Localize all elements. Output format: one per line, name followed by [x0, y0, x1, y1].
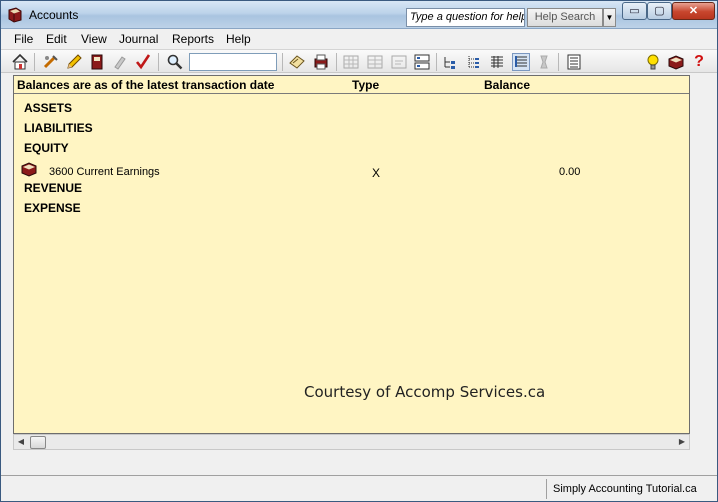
check-icon[interactable]	[134, 53, 152, 71]
table-row[interactable]: 3600 Current Earnings X 0.00	[14, 162, 689, 180]
courtesy-watermark: Courtesy of Accomp Services.ca	[304, 383, 546, 401]
icon-view-tiles-icon[interactable]	[413, 53, 431, 71]
tree-view-icon[interactable]	[465, 53, 483, 71]
menu-edit[interactable]: Edit	[46, 32, 67, 46]
account-book-icon	[8, 7, 22, 23]
notes-icon[interactable]	[288, 53, 306, 71]
menu-view[interactable]: View	[81, 32, 107, 46]
toolbar-separator	[158, 53, 159, 71]
account-name: 3600 Current Earnings	[49, 166, 160, 178]
remove-icon[interactable]	[111, 53, 129, 71]
print-icon[interactable]	[312, 53, 330, 71]
account-type: X	[372, 166, 381, 180]
icon-view-grid-icon[interactable]	[366, 53, 384, 71]
column-header-row: Balances are as of the latest transactio…	[14, 76, 689, 94]
help-question-icon[interactable]: ?	[690, 53, 708, 71]
maximize-button[interactable]: ▢	[647, 2, 672, 20]
minimize-button[interactable]: ▭	[622, 2, 647, 20]
toolbar: ?	[1, 49, 717, 73]
balances-note-header[interactable]: Balances are as of the latest transactio…	[17, 78, 274, 92]
horizontal-scrollbar[interactable]: ◀ ▶	[13, 434, 690, 450]
ask-question-input[interactable]: Type a question for help	[406, 8, 525, 27]
find-input[interactable]	[189, 53, 277, 71]
toolbar-separator	[34, 53, 35, 71]
accounts-window: Accounts Type a question for help Help S…	[0, 0, 718, 502]
section-assets[interactable]: ASSETS	[24, 101, 72, 115]
account-book-icon	[21, 162, 37, 177]
section-expense[interactable]: EXPENSE	[24, 201, 81, 215]
search-icon[interactable]	[166, 53, 184, 71]
menu-help[interactable]: Help	[226, 32, 251, 46]
help-book-icon[interactable]	[667, 53, 685, 71]
tip-lightbulb-icon[interactable]	[644, 53, 662, 71]
menu-bar: File Edit View Journal Reports Help	[1, 29, 717, 49]
account-balance: 0.00	[559, 166, 581, 178]
help-search-dropdown-icon[interactable]: ▼	[603, 8, 616, 27]
toolbar-separator	[436, 53, 437, 71]
title-bar[interactable]: Accounts Type a question for help Help S…	[1, 1, 717, 29]
toolbar-separator	[336, 53, 337, 71]
toolbar-separator	[558, 53, 559, 71]
modify-account-icon[interactable]	[42, 53, 60, 71]
scrollbar-thumb[interactable]	[30, 436, 46, 449]
small-icons-view-icon[interactable]	[442, 53, 460, 71]
report-icon[interactable]	[565, 53, 583, 71]
journal-book-icon[interactable]	[88, 53, 106, 71]
section-equity[interactable]: EQUITY	[24, 141, 69, 155]
icon-view-arrange-icon[interactable]	[390, 53, 408, 71]
window-title: Accounts	[29, 8, 79, 22]
menu-file[interactable]: File	[14, 32, 33, 46]
toolbar-separator	[282, 53, 283, 71]
type-column-header[interactable]: Type	[352, 78, 379, 92]
list-view-icon[interactable]	[488, 53, 506, 71]
close-button[interactable]: ✕	[672, 2, 715, 20]
scroll-left-arrow-icon[interactable]: ◀	[14, 435, 28, 449]
home-icon[interactable]	[11, 53, 29, 71]
section-revenue[interactable]: REVENUE	[24, 181, 82, 195]
scroll-right-arrow-icon[interactable]: ▶	[675, 435, 689, 449]
status-panel: Simply Accounting Tutorial.ca	[546, 479, 714, 499]
edit-pencil-icon[interactable]	[65, 53, 83, 71]
icon-view-large-icon[interactable]	[342, 53, 360, 71]
balance-column-header[interactable]: Balance	[484, 78, 530, 92]
help-search-button[interactable]: Help Search	[527, 8, 603, 27]
menu-journal[interactable]: Journal	[119, 32, 158, 46]
status-text: Simply Accounting Tutorial.ca	[553, 483, 697, 495]
disabled-action-icon[interactable]	[535, 53, 553, 71]
status-bar: Simply Accounting Tutorial.ca	[1, 475, 717, 501]
detail-view-icon[interactable]	[512, 53, 530, 71]
section-liabilities[interactable]: LIABILITIES	[24, 121, 93, 135]
accounts-list-pane[interactable]: Balances are as of the latest transactio…	[13, 75, 690, 434]
menu-reports[interactable]: Reports	[172, 32, 214, 46]
